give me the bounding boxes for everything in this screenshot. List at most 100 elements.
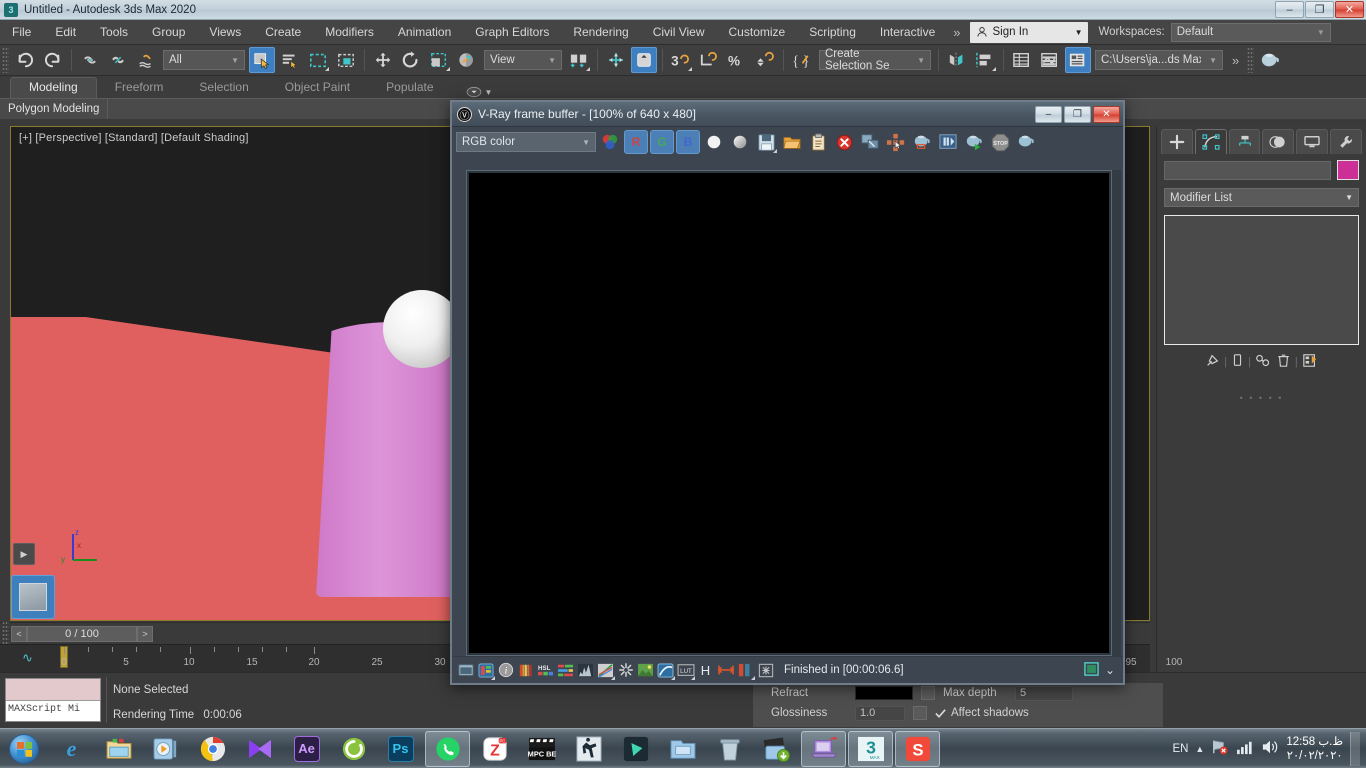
menu-group[interactable]: Group xyxy=(140,20,197,45)
select-object-icon[interactable] xyxy=(249,47,275,73)
lut-icon[interactable]: LUT xyxy=(676,661,695,680)
vfb-maximize-button[interactable]: ❐ xyxy=(1064,105,1091,123)
select-and-place-icon[interactable] xyxy=(454,47,480,73)
menu-rendering[interactable]: Rendering xyxy=(561,20,640,45)
mirror-icon[interactable] xyxy=(944,47,970,73)
motion-tab[interactable] xyxy=(1262,129,1295,154)
signal-strength-icon[interactable] xyxy=(1236,740,1254,758)
render-interactive-icon[interactable] xyxy=(1014,130,1038,154)
ribbon-tab-populate[interactable]: Populate xyxy=(368,77,451,98)
ribbon-panel-polygon-modeling[interactable]: Polygon Modeling xyxy=(0,99,109,119)
lens-effects-icon[interactable] xyxy=(656,661,675,680)
exposure-icon[interactable] xyxy=(516,661,535,680)
info-icon[interactable]: i xyxy=(496,661,515,680)
taskbar-wondershare-filmora[interactable] xyxy=(613,731,658,767)
vfb-rendered-image[interactable] xyxy=(469,173,1109,653)
unlink-selection-icon[interactable] xyxy=(105,47,131,73)
time-slider-grip[interactable] xyxy=(2,620,9,647)
material-editor-icon[interactable] xyxy=(1257,47,1283,73)
menu-scripting[interactable]: Scripting xyxy=(797,20,868,45)
show-desktop-button[interactable] xyxy=(1350,731,1360,766)
ribbon-tab-object-paint[interactable]: Object Paint xyxy=(267,77,368,98)
sign-in-button[interactable]: Sign In ▼ xyxy=(970,21,1089,43)
taskbar-after-effects[interactable]: Ae xyxy=(284,731,329,767)
vfb-channel-combo[interactable]: RGB color ▼ xyxy=(456,132,596,152)
modify-tab[interactable] xyxy=(1194,129,1227,154)
save-image-icon[interactable] xyxy=(754,130,778,154)
color-balance-icon[interactable] xyxy=(556,661,575,680)
color-channels-icon[interactable] xyxy=(598,130,622,154)
panel-resize-handle[interactable]: • • • • • xyxy=(1157,393,1366,403)
clock[interactable]: 12:58 ظ.ب ٢٠/٠٢/٢٠٢٠ xyxy=(1286,735,1343,763)
show-end-result-icon[interactable] xyxy=(1231,353,1244,371)
viewport-viewcube[interactable] xyxy=(11,575,55,619)
taskbar-counter-strike[interactable] xyxy=(566,731,611,767)
menu-graph-editors[interactable]: Graph Editors xyxy=(463,20,561,45)
white-balance-icon[interactable] xyxy=(616,661,635,680)
angle-snap-toggle-icon[interactable] xyxy=(696,47,722,73)
configure-modifier-sets-icon[interactable] xyxy=(1302,353,1318,371)
menu-views[interactable]: Views xyxy=(197,20,253,45)
select-and-link-icon[interactable] xyxy=(77,47,103,73)
background-image-icon[interactable] xyxy=(636,661,655,680)
curve-icon[interactable] xyxy=(596,661,615,680)
scene-explorer-icon[interactable] xyxy=(1065,47,1091,73)
taskbar-photoshop[interactable]: Ps xyxy=(378,731,423,767)
vfb-image-area[interactable] xyxy=(466,170,1112,656)
taskbar-snagit[interactable]: S xyxy=(895,730,940,767)
toolbar-grip[interactable] xyxy=(1247,47,1255,73)
taskbar-media-app[interactable] xyxy=(237,731,282,767)
render-last-icon[interactable] xyxy=(910,130,934,154)
use-center-flyout-icon[interactable] xyxy=(566,47,592,73)
toolbar-overflow-icon[interactable]: » xyxy=(1226,53,1245,68)
menu-tools[interactable]: Tools xyxy=(88,20,140,45)
minimize-button[interactable]: – xyxy=(1275,1,1304,18)
rectangular-selection-region-icon[interactable] xyxy=(305,47,331,73)
ribbon-tab-freeform[interactable]: Freeform xyxy=(97,77,182,98)
refract-map-button[interactable] xyxy=(921,686,935,700)
bind-to-space-warp-icon[interactable] xyxy=(133,47,159,73)
refract-color-swatch[interactable] xyxy=(855,686,913,700)
make-unique-icon[interactable] xyxy=(1255,353,1272,371)
reference-coordinate-combo[interactable]: View ▼ xyxy=(484,50,562,70)
toolbar-grip[interactable] xyxy=(2,47,9,73)
clear-image-icon[interactable] xyxy=(832,130,856,154)
selection-filter-combo[interactable]: All ▼ xyxy=(163,50,245,70)
network-status-icon[interactable] xyxy=(1211,739,1229,758)
menu-customize[interactable]: Customize xyxy=(717,20,798,45)
taskbar-recycle-app[interactable] xyxy=(707,731,752,767)
load-image-icon[interactable] xyxy=(780,130,804,154)
taskbar-internet-explorer[interactable]: e xyxy=(49,731,94,767)
vfb-expand-icon[interactable]: ⌄ xyxy=(1105,663,1115,677)
taskbar-file-explorer[interactable] xyxy=(96,731,141,767)
spinner-snap-toggle-icon[interactable] xyxy=(752,47,778,73)
next-frame-button[interactable]: > xyxy=(137,625,153,642)
edit-named-selection-sets-icon[interactable]: { } xyxy=(789,47,815,73)
taskbar-mpc-be[interactable]: MPC BE xyxy=(519,731,564,767)
select-and-move-icon[interactable] xyxy=(370,47,396,73)
show-image-icon[interactable] xyxy=(456,661,475,680)
display-tab[interactable] xyxy=(1296,129,1329,154)
menu-edit[interactable]: Edit xyxy=(43,20,88,45)
menu-overflow-icon[interactable]: » xyxy=(947,25,966,40)
alpha-channel-icon[interactable] xyxy=(702,130,726,154)
select-and-rotate-icon[interactable] xyxy=(398,47,424,73)
previous-frame-button[interactable]: < xyxy=(11,625,27,642)
select-and-manipulate-icon[interactable] xyxy=(603,47,629,73)
menu-civil-view[interactable]: Civil View xyxy=(641,20,717,45)
percent-snap-toggle-icon[interactable]: % xyxy=(724,47,750,73)
monochrome-icon[interactable] xyxy=(728,130,752,154)
modifier-list-combo[interactable]: Modifier List ▼ xyxy=(1164,188,1359,207)
green-channel-button[interactable]: G xyxy=(650,130,674,154)
language-indicator[interactable]: EN xyxy=(1172,743,1188,755)
viewport-play-button[interactable]: ▶ xyxy=(13,543,35,565)
start-button[interactable] xyxy=(0,730,48,768)
select-and-scale-icon[interactable] xyxy=(426,47,452,73)
taskbar-movie-maker[interactable] xyxy=(754,731,799,767)
vfb-close-button[interactable]: ✕ xyxy=(1093,105,1120,123)
region-render-icon[interactable] xyxy=(936,130,960,154)
horizontal-compare-icon[interactable] xyxy=(716,661,735,680)
viewport-label[interactable]: [+] [Perspective] [Standard] [Default Sh… xyxy=(19,132,249,144)
hsl-icon[interactable]: HSL xyxy=(536,661,555,680)
render-region-toggle-icon[interactable] xyxy=(1084,661,1099,679)
